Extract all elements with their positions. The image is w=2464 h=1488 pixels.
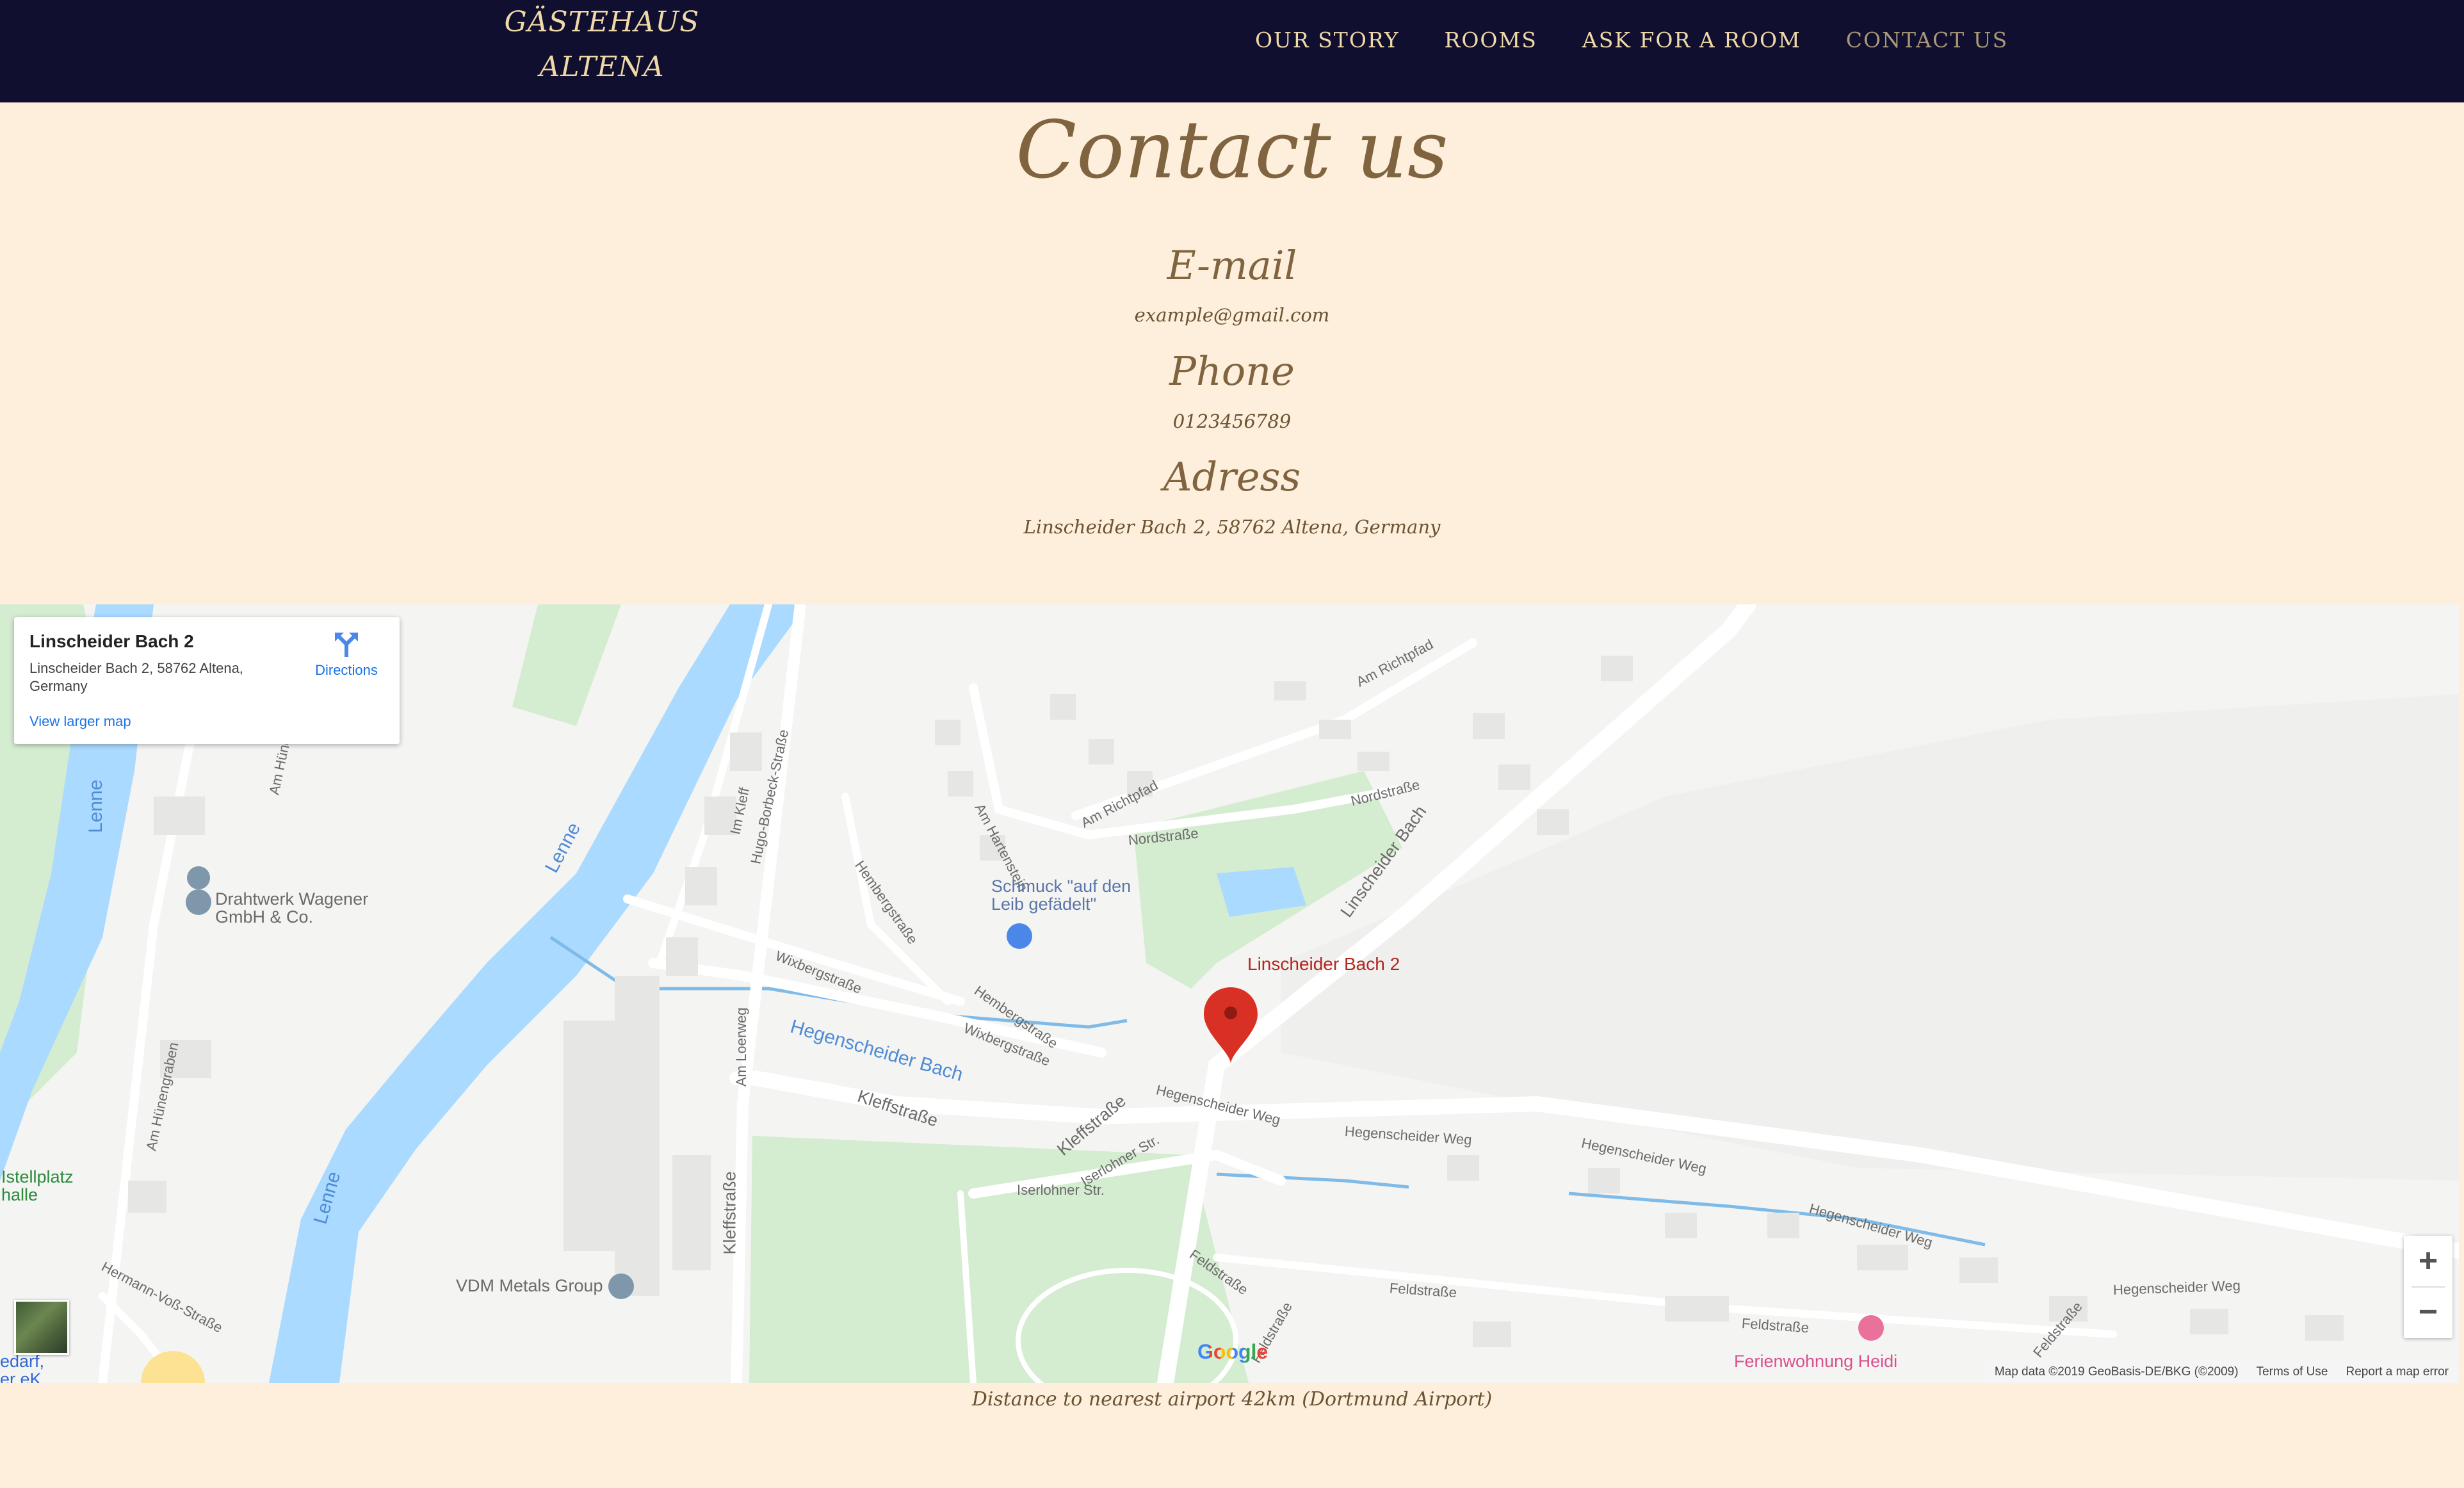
address-heading: Adress: [1163, 453, 1301, 500]
directions-button[interactable]: Directions: [305, 630, 388, 679]
poi-ferienwohnung[interactable]: Ferienwohnung Heidi: [1734, 1352, 1897, 1370]
phone-heading: Phone: [1169, 348, 1295, 394]
nav-link-our-story[interactable]: OUR STORY: [1255, 26, 1400, 55]
zoom-in-button[interactable]: +: [2404, 1236, 2452, 1286]
contact-section: Contact us E-mail example@gmail.com Phon…: [0, 102, 2464, 608]
poi-edarf[interactable]: edarf, er eK: [0, 1352, 51, 1383]
nav-link-rooms[interactable]: ROOMS: [1445, 26, 1537, 55]
zoom-controls: + −: [2404, 1236, 2452, 1338]
nav-link-contact-us[interactable]: CONTACT US: [1846, 26, 2008, 55]
directions-label: Directions: [315, 662, 378, 678]
email-heading: E-mail: [1167, 242, 1297, 289]
report-map-error-link[interactable]: Report a map error: [2346, 1365, 2449, 1379]
label-kleffstrasse-3: Kleffstraße: [720, 1171, 740, 1255]
navbar: GÄSTEHAUS ALTENA OUR STORY ROOMS ASK FOR…: [0, 0, 2464, 102]
map-data-credit: Map data ©2019 GeoBasis-DE/BKG (©2009): [1994, 1365, 2239, 1379]
place-title: Linscheider Bach 2: [29, 631, 194, 651]
brand-line-1: GÄSTEHAUS: [504, 6, 700, 38]
phone-value[interactable]: 0123456789: [0, 408, 2464, 434]
view-larger-map-link[interactable]: View larger map: [29, 713, 131, 730]
poi-drahtwerk-label: Drahtwerk Wagener GmbH & Co.: [215, 889, 369, 926]
marker-label[interactable]: Linscheider Bach 2: [1247, 954, 1400, 974]
label-iserlohner-str-2: Iserlohner Str.: [1017, 1182, 1105, 1198]
poi-vdm-metals[interactable]: VDM Metals Group: [456, 1277, 603, 1295]
address-value: Linscheider Bach 2, 58762 Altena, German…: [1023, 516, 1441, 538]
zoom-out-button[interactable]: −: [2404, 1287, 2452, 1337]
map-attribution: Map data ©2019 GeoBasis-DE/BKG (©2009) T…: [1981, 1361, 2459, 1383]
google-logo-text: Google: [1197, 1340, 1268, 1363]
airport-distance: Distance to nearest airport 42km (Dortmu…: [971, 1388, 1493, 1411]
page-title: Contact us: [1016, 104, 1448, 197]
satellite-toggle[interactable]: [14, 1300, 69, 1355]
label-lenne-left: Lenne: [85, 779, 106, 833]
google-logo: Google: [1197, 1340, 1268, 1364]
directions-icon: [335, 633, 358, 657]
poi-drahtwerk[interactable]: Drahtwerk Wagener GmbH & Co.: [215, 890, 382, 926]
embedded-map[interactable]: Lenne Lenne Lenne Hegenscheider Bach Kle…: [0, 604, 2459, 1383]
nav-links: OUR STORY ROOMS ASK FOR A ROOM CONTACT U…: [1255, 26, 2008, 55]
terms-of-use-link[interactable]: Terms of Use: [2257, 1365, 2328, 1379]
poi-schmuck[interactable]: Schmuck "auf den Leib gefädelt": [991, 877, 1158, 913]
brand-line-2: ALTENA: [539, 51, 665, 83]
email-value[interactable]: example@gmail.com: [0, 302, 2464, 328]
nav-link-ask-for-a-room[interactable]: ASK FOR A ROOM: [1582, 26, 1801, 55]
place-address: Linscheider Bach 2, 58762 Altena, German…: [29, 660, 243, 694]
brand-logo[interactable]: GÄSTEHAUS ALTENA: [487, 0, 717, 90]
poi-stellplatz[interactable]: Istellplatz halle: [1, 1168, 91, 1204]
place-info-card: Linscheider Bach 2 Linscheider Bach 2, 5…: [14, 617, 400, 744]
label-am-loerweg: Am Loerweg: [733, 1007, 749, 1087]
